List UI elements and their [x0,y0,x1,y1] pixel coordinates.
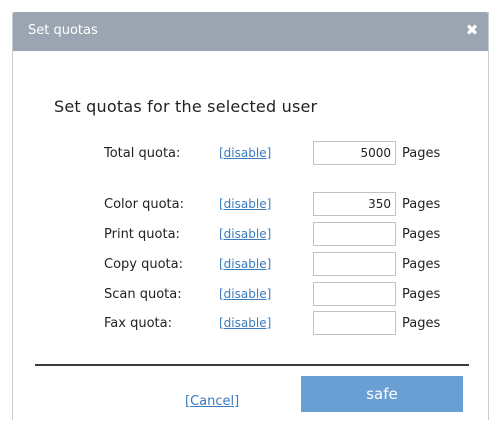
footer-divider [35,364,469,366]
disable-link[interactable]: [disable] [219,316,271,330]
quota-row-total: Total quota: [disable] 5000 Pages [13,141,488,167]
print-quota-input[interactable] [313,222,396,246]
unit-label: Pages [402,316,441,331]
cancel-link[interactable]: [Cancel] [185,394,239,409]
dialog-heading: Set quotas for the selected user [54,97,318,116]
close-icon[interactable]: ✖ [462,20,482,40]
disable-link[interactable]: [disable] [219,287,271,301]
save-button[interactable]: safe [301,376,463,412]
total-quota-input[interactable]: 5000 [313,141,396,165]
quota-row-fax: Fax quota: [disable] Pages [13,311,488,337]
quota-row-print: Print quota: [disable] Pages [13,222,488,248]
quota-row-scan: Scan quota: [disable] Pages [13,282,488,308]
disable-link[interactable]: [disable] [219,146,271,160]
scan-quota-input[interactable] [313,282,396,306]
unit-label: Pages [402,257,441,272]
disable-link[interactable]: [disable] [219,197,271,211]
quota-label: Total quota: [104,146,181,161]
quota-label: Copy quota: [104,257,183,272]
set-quotas-dialog: Set quotas ✖ Set quotas for the selected… [12,12,489,420]
quota-label: Scan quota: [104,287,182,302]
dialog-title: Set quotas [28,23,98,38]
color-quota-input[interactable]: 350 [313,192,396,216]
unit-label: Pages [402,227,441,242]
fax-quota-input[interactable] [313,311,396,335]
copy-quota-input[interactable] [313,252,396,276]
dialog-titlebar: Set quotas ✖ [13,12,488,51]
quota-label: Print quota: [104,227,180,242]
unit-label: Pages [402,197,441,212]
unit-label: Pages [402,146,441,161]
disable-link[interactable]: [disable] [219,227,271,241]
quota-label: Fax quota: [104,316,172,331]
quota-row-copy: Copy quota: [disable] Pages [13,252,488,278]
quota-row-color: Color quota: [disable] 350 Pages [13,192,488,218]
unit-label: Pages [402,287,441,302]
disable-link[interactable]: [disable] [219,257,271,271]
quota-label: Color quota: [104,197,184,212]
